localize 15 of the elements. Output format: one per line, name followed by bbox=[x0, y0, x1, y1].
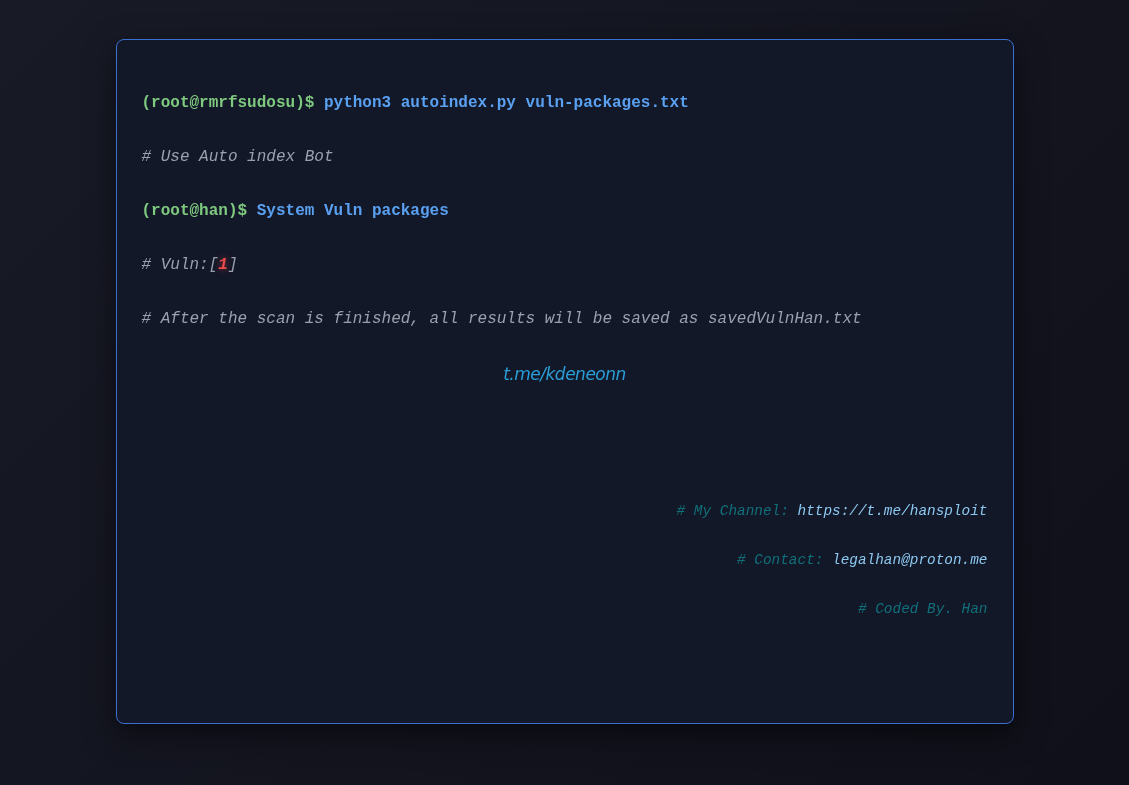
footer-label: # Coded By. Han bbox=[857, 601, 988, 617]
footer-label: # My Channel: bbox=[676, 503, 789, 519]
footer-value: https://t.me/hansploit bbox=[797, 503, 988, 519]
shell-prompt: (root@rmrfsudosu)$ bbox=[141, 94, 315, 112]
command-text: python3 autoindex.py vuln-packages.txt bbox=[323, 94, 689, 112]
comment-text: # Use Auto index Bot bbox=[141, 148, 334, 166]
bracket-text: ] bbox=[227, 256, 238, 274]
command-text: System Vuln packages bbox=[256, 202, 449, 220]
footer-value: legalhan@proton.me bbox=[832, 552, 988, 568]
footer-label: # Contact: bbox=[737, 552, 824, 568]
brand-link[interactable]: t.me/kdeneonn bbox=[503, 364, 626, 384]
vuln-label: # Vuln:[ bbox=[141, 256, 219, 274]
vuln-count: 1 bbox=[218, 256, 228, 274]
comment-text: # After the scan is finished, all results will be saved as savedVulnHan.txt bbox=[141, 310, 862, 328]
shell-prompt: (root@han)$ bbox=[141, 202, 248, 220]
